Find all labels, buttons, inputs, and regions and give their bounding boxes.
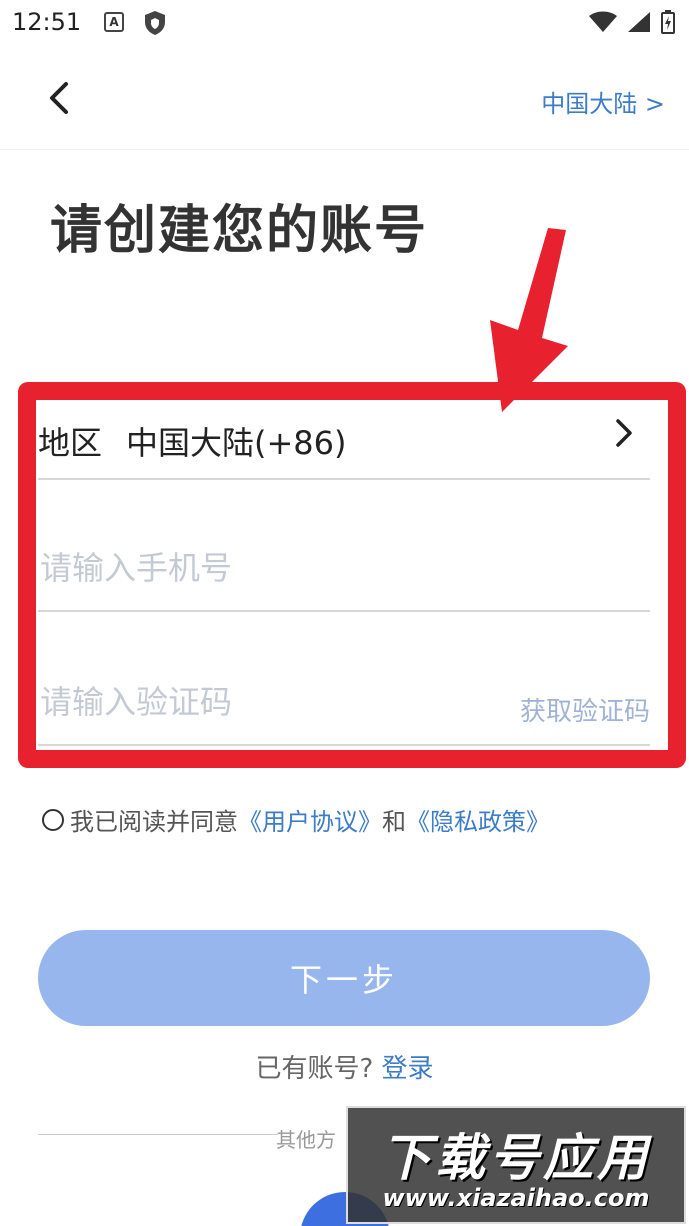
watermark-main: 下载号应用 bbox=[381, 1129, 651, 1187]
chevron-right-icon bbox=[614, 418, 634, 452]
agreement-radio[interactable] bbox=[42, 808, 64, 831]
region-label: 地区 bbox=[38, 424, 103, 462]
phone-input[interactable] bbox=[38, 544, 478, 592]
other-methods-label: 其他方 bbox=[276, 1128, 336, 1152]
phone-field-row bbox=[38, 480, 650, 612]
wifi-icon bbox=[589, 11, 617, 37]
battery-icon bbox=[661, 10, 675, 38]
nav-bar: 中国大陆 > bbox=[0, 60, 689, 150]
shield-icon bbox=[144, 10, 166, 40]
agreement-prefix: 我已阅读并同意 bbox=[70, 808, 238, 836]
get-code-button[interactable]: 获取验证码 bbox=[520, 691, 650, 728]
watermark: 下载号应用 www.xiazaihao.com bbox=[346, 1106, 686, 1224]
verification-code-input[interactable] bbox=[38, 678, 478, 726]
privacy-policy-link[interactable]: 《隐私政策》 bbox=[406, 802, 550, 837]
login-link[interactable]: 登录 bbox=[382, 1054, 434, 1084]
login-prompt-text: 已有账号? bbox=[255, 1054, 374, 1084]
agreement: 我已阅读并同意 《用户协议》 和 《隐私政策》 bbox=[42, 802, 550, 837]
region-value: 中国大陆(+86) bbox=[126, 424, 347, 462]
code-field-row: 获取验证码 bbox=[38, 612, 650, 746]
status-time: 12:51 bbox=[12, 8, 82, 36]
watermark-url: www.xiazaihao.com bbox=[382, 1184, 650, 1212]
region-link[interactable]: 中国大陆 > bbox=[541, 84, 665, 119]
arrow-annotation-icon bbox=[490, 228, 568, 412]
status-bar: 12:51 A bbox=[0, 0, 689, 48]
back-button[interactable] bbox=[36, 78, 80, 122]
page-title: 请创建您的账号 bbox=[50, 201, 429, 261]
signal-icon bbox=[627, 11, 651, 37]
login-prompt: 已有账号? 登录 bbox=[0, 1048, 689, 1085]
notification-a-icon: A bbox=[104, 12, 124, 32]
user-agreement-link[interactable]: 《用户协议》 bbox=[238, 802, 382, 837]
chevron-left-icon bbox=[47, 81, 69, 119]
status-icons bbox=[589, 10, 675, 38]
next-button[interactable]: 下一步 bbox=[38, 930, 650, 1026]
agreement-and: 和 bbox=[382, 808, 406, 836]
other-methods-divider bbox=[38, 1134, 278, 1135]
region-selector[interactable]: 地区 中国大陆(+86) bbox=[38, 400, 650, 480]
